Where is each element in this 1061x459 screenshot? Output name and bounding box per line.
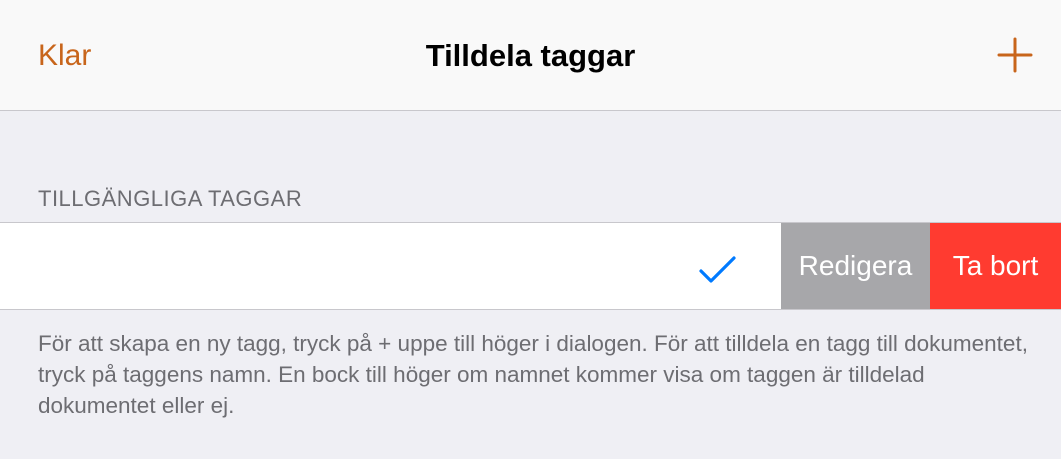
navigation-bar: Klar Tilldela taggar <box>0 0 1061 111</box>
delete-button[interactable]: Ta bort <box>930 223 1061 309</box>
plus-icon[interactable] <box>997 37 1033 73</box>
section-header: TILLGÄNGLIGA TAGGAR <box>38 186 303 211</box>
page-title: Tilldela taggar <box>425 38 636 73</box>
edit-button[interactable]: Redigera <box>781 223 930 309</box>
checkmark-icon <box>698 255 738 285</box>
tag-row[interactable]: Redigera Ta bort <box>0 222 1061 310</box>
section-footer: För att skapa en ny tagg, tryck på + upp… <box>38 331 1028 418</box>
